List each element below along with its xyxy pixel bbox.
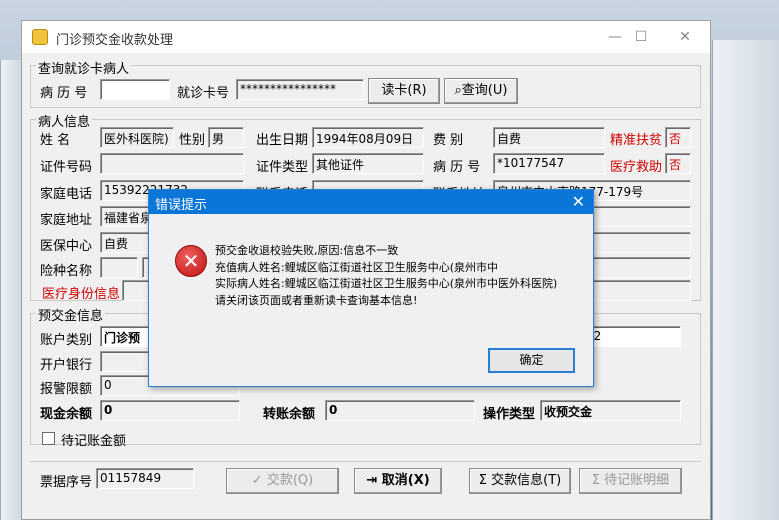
- fee-field[interactable]: 自费: [493, 127, 605, 148]
- home-address-label: 家庭地址: [40, 213, 93, 228]
- pay-button-label: 交款(Q): [266, 473, 314, 488]
- sex-label: 性别: [179, 133, 206, 148]
- dialog-close-icon[interactable]: ✕: [572, 192, 585, 211]
- birth-label: 出生日期: [256, 133, 309, 148]
- ok-button[interactable]: 确定: [488, 348, 575, 373]
- id-type-label: 证件类型: [256, 160, 309, 175]
- exit-door-icon: ⇥: [366, 473, 382, 488]
- background-building-left: [0, 60, 21, 520]
- poverty-field[interactable]: 否: [665, 127, 691, 148]
- cash-balance-field[interactable]: 0: [100, 400, 240, 421]
- sigma-icon: Σ: [591, 473, 605, 488]
- sex-field[interactable]: 男: [208, 127, 244, 148]
- dialog-message: 预交金收退校验失败,原因:信息不一致 充值病人姓名:鲤城区临江街道社区卫生服务中…: [215, 243, 557, 309]
- payment-info-button[interactable]: Σ 交款信息(T): [469, 468, 571, 494]
- account-type-label: 账户类别: [40, 333, 93, 348]
- search-button-label: 查询(U): [461, 83, 508, 98]
- insurance-center-label: 医保中心: [40, 239, 93, 254]
- query-group-label: 查询就诊卡病人: [36, 58, 132, 77]
- query-record-input[interactable]: [100, 79, 170, 100]
- cancel-button-label: 取消(X): [381, 473, 430, 488]
- receipt-number-field[interactable]: 01157849: [96, 468, 194, 489]
- name-field[interactable]: 医外科医院): [100, 127, 174, 148]
- check-icon: ✓: [251, 473, 267, 488]
- payment-info-button-label: 交款信息(T): [491, 473, 562, 488]
- transfer-balance-label: 转账余额: [263, 407, 316, 422]
- cash-balance-label: 现金余额: [40, 407, 93, 422]
- name-label: 姓 名: [40, 133, 71, 148]
- patient-record-field[interactable]: *10177547: [493, 153, 605, 174]
- app-icon: [32, 29, 48, 45]
- dialog-title: 错误提示: [155, 198, 208, 213]
- poverty-label: 精准扶贫: [610, 133, 663, 148]
- sigma-icon: Σ: [478, 473, 492, 488]
- dialog-title-bar: 错误提示 ✕: [149, 190, 593, 214]
- read-card-button[interactable]: 读卡(R): [368, 78, 440, 104]
- id-number-field[interactable]: [100, 153, 244, 174]
- query-record-label: 病 历 号: [40, 86, 88, 101]
- medical-identity-label: 医疗身份信息: [42, 287, 121, 302]
- dialog-message-line: 实际病人姓名:鲤城区临江街道社区卫生服务中心(泉州市中医外科医院): [215, 277, 558, 290]
- cancel-button[interactable]: ⇥ 取消(X): [354, 468, 442, 494]
- pending-detail-button-label: 待记账明细: [604, 473, 670, 488]
- pending-amount-label: 待记账金额: [61, 434, 127, 449]
- background-building: [712, 40, 779, 520]
- receipt-number-label: 票据序号: [40, 475, 93, 490]
- error-icon: ✕: [175, 245, 207, 277]
- operation-type-label: 操作类型: [483, 407, 536, 422]
- id-type-field[interactable]: 其他证件: [312, 153, 424, 174]
- medical-aid-field[interactable]: 否: [665, 153, 691, 174]
- dialog-message-line: 充值病人姓名:鲤城区临江街道社区卫生服务中心(泉州市中: [215, 260, 498, 274]
- patient-group-label: 病人信息: [36, 111, 93, 130]
- home-phone-label: 家庭电话: [40, 187, 93, 202]
- deposit-group-label: 预交金信息: [36, 305, 106, 324]
- fee-label: 费 别: [433, 133, 464, 148]
- medical-aid-label: 医疗救助: [610, 160, 663, 175]
- pending-amount-checkbox[interactable]: [42, 432, 55, 445]
- account-number-field[interactable]: 12: [582, 326, 681, 347]
- birth-field[interactable]: 1994年08月09日: [312, 127, 424, 148]
- dialog-message-line: 预交金收退校验失败,原因:信息不一致: [215, 244, 399, 257]
- insurance-type-label: 险种名称: [40, 264, 93, 279]
- search-button[interactable]: ⌕查询(U): [444, 78, 518, 104]
- maximize-icon[interactable]: ☐: [626, 25, 656, 49]
- transfer-balance-field[interactable]: 0: [325, 400, 475, 421]
- alarm-limit-label: 报警限额: [40, 382, 93, 397]
- binoculars-icon: ⌕: [454, 83, 462, 98]
- pending-detail-button[interactable]: Σ 待记账明细: [579, 468, 682, 494]
- id-number-label: 证件号码: [40, 160, 93, 175]
- title-bar: 门诊预交金收款处理 — ☐ ✕: [22, 21, 710, 53]
- window-title: 门诊预交金收款处理: [56, 33, 174, 48]
- patient-record-label: 病 历 号: [433, 160, 481, 175]
- bank-label: 开户银行: [40, 358, 93, 373]
- insurance-type-field[interactable]: [100, 257, 138, 278]
- pay-button[interactable]: ✓ 交款(Q): [226, 468, 339, 494]
- close-icon[interactable]: ✕: [670, 25, 700, 49]
- dialog-message-line: 请关闭该页面或者重新读卡查询基本信息!: [215, 293, 418, 307]
- operation-type-field[interactable]: 收预交金: [540, 400, 681, 421]
- error-dialog: 错误提示 ✕ ✕ 预交金收退校验失败,原因:信息不一致 充值病人姓名:鲤城区临江…: [148, 189, 594, 387]
- footer-divider: [30, 461, 701, 462]
- card-number-label: 就诊卡号: [177, 86, 230, 101]
- card-number-input[interactable]: ****************: [236, 79, 364, 100]
